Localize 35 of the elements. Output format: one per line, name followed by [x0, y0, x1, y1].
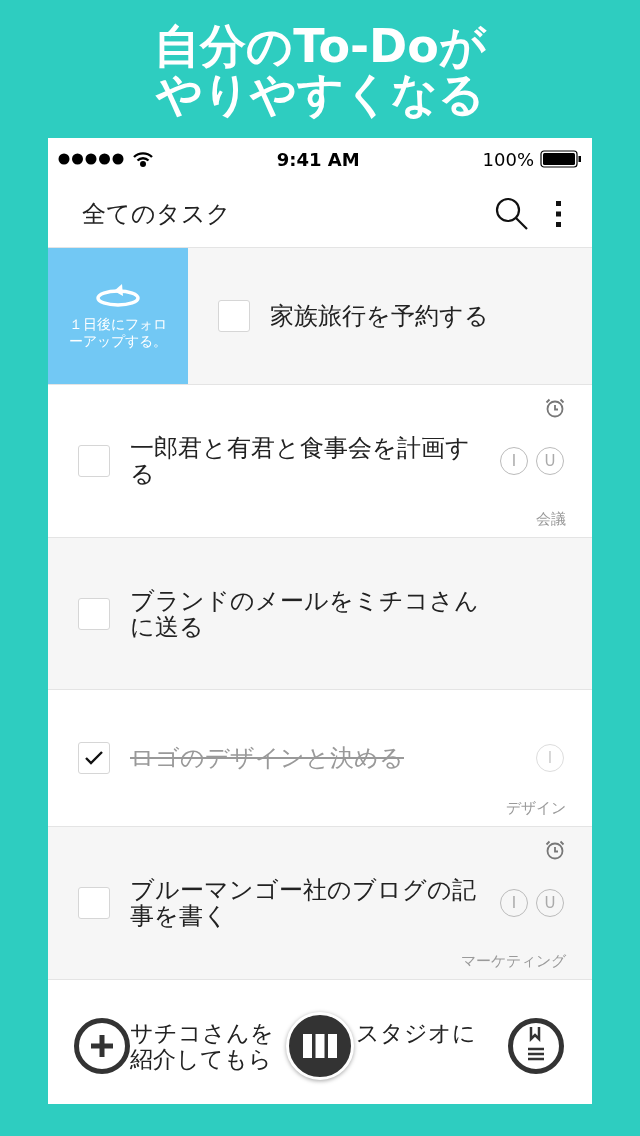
- task-title: ブランドのメールをミチコさんに送る: [130, 587, 480, 640]
- headline: やりやすくなる: [155, 70, 485, 118]
- task-title: ブルーマンゴー社のブログの記事を書く: [130, 877, 477, 929]
- task-tag: デザイン: [506, 799, 566, 818]
- plus-icon: [89, 1033, 115, 1059]
- task-title: 家族旅行を予約する: [270, 303, 490, 329]
- wifi-icon: [132, 151, 154, 167]
- columns-icon: [303, 1034, 337, 1058]
- task-row[interactable]: ブルーマンゴー社のブログの記事を書く I U マーケティング: [48, 827, 592, 980]
- battery-icon: [540, 150, 582, 168]
- task-title: ロゴのデザインと決める: [130, 745, 405, 771]
- repeat-icon: [94, 282, 142, 308]
- signal-icon: [58, 153, 126, 165]
- checkbox[interactable]: [78, 597, 110, 630]
- task-title: スタジオに: [356, 1020, 477, 1046]
- search-button[interactable]: [494, 195, 530, 232]
- checkbox[interactable]: [218, 300, 250, 332]
- task-row[interactable]: １日後にフォローアップする。 家族旅行を予約する: [48, 248, 592, 385]
- task-tag: 会議: [536, 510, 566, 529]
- bookmark-list-button[interactable]: [508, 1018, 564, 1074]
- task-title: 紹介してもら: [130, 1046, 273, 1072]
- task-title: 一郎君と有君と食事会を計画する: [130, 435, 471, 487]
- battery-percent: 100%: [482, 148, 534, 170]
- checkbox[interactable]: [78, 742, 110, 774]
- checkbox[interactable]: [78, 887, 110, 919]
- more-menu-button[interactable]: [556, 200, 562, 227]
- screen-title: 全てのタスク: [82, 198, 232, 230]
- add-button[interactable]: [74, 1018, 130, 1074]
- task-title: サチコさんを: [130, 1020, 275, 1046]
- clock: 9:41 AM: [276, 148, 360, 170]
- task-tag: マーケティング: [461, 952, 566, 971]
- task-row[interactable]: ブランドのメールをミチコさんに送る: [48, 538, 592, 690]
- check-icon: [84, 750, 104, 766]
- headline: 自分のTo-Doが: [154, 22, 486, 70]
- checkbox[interactable]: [78, 445, 110, 477]
